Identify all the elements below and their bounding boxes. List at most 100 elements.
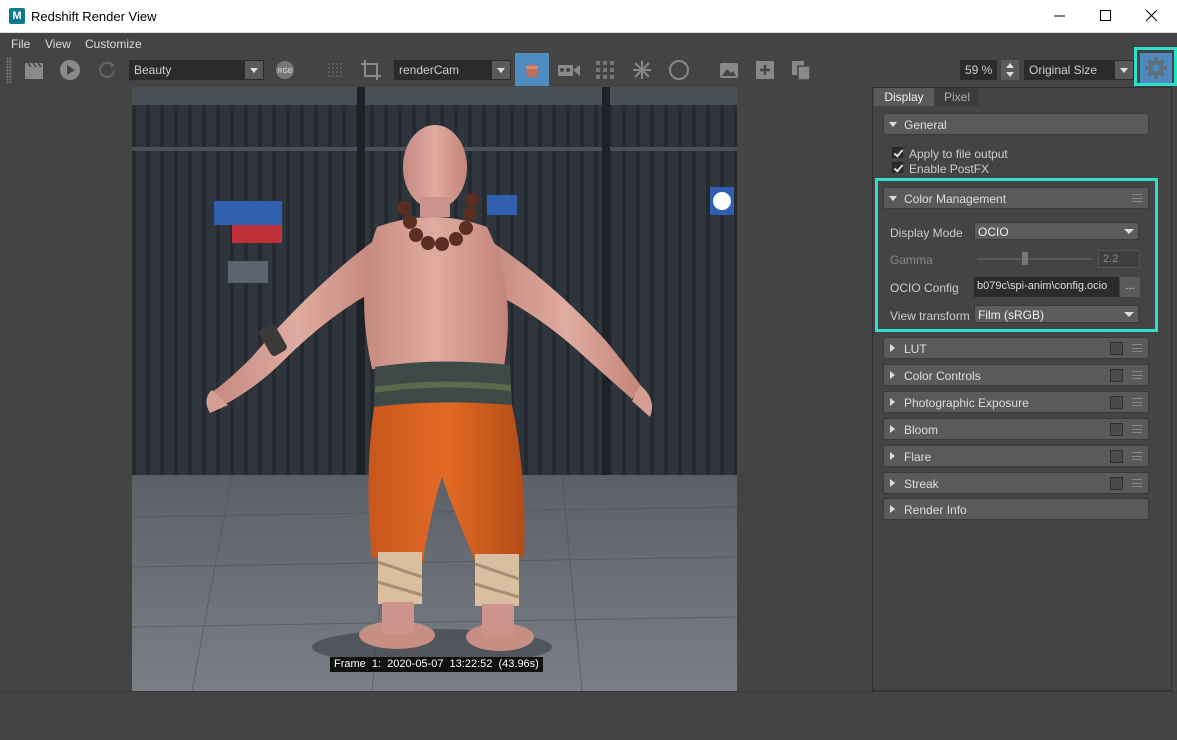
toolbar-grip[interactable] [6,57,12,83]
tab-pixel[interactable]: Pixel [935,88,979,106]
section-render-info[interactable]: Render Info [883,498,1149,520]
status-bar [0,691,1177,740]
section-color-management[interactable]: Color Management [883,187,1149,209]
section-streak-label: Streak [904,477,939,491]
clapperboard-icon[interactable] [21,57,47,83]
menu-customize[interactable]: Customize [85,37,142,51]
ocio-browse-button[interactable]: ... [1120,277,1140,297]
section-color-controls[interactable]: Color Controls [883,364,1149,386]
menu-handle-icon[interactable] [1132,425,1142,433]
play-render-icon[interactable] [57,57,83,83]
rgb-chip-label: RGB [277,68,293,75]
camera-select[interactable]: renderCam [394,60,511,80]
chevron-down-icon [492,61,510,79]
enable-postfx-label: Enable PostFX [909,162,990,176]
add-snapshot-icon[interactable] [752,57,778,83]
gear-icon [1145,57,1167,79]
chevron-down-icon [1115,61,1133,79]
gamma-label: Gamma [890,253,933,267]
menu-handle-icon[interactable] [1132,344,1142,352]
section-general[interactable]: General [883,113,1149,135]
aov-select-value: Beauty [134,63,172,77]
display-mode-value: OCIO [978,225,1009,239]
section-flare-label: Flare [904,450,932,464]
maya-app-icon: M [9,8,25,24]
bucket-render-button[interactable] [515,53,549,86]
menu-file[interactable]: File [11,37,30,51]
gamma-input[interactable]: 2.2 [1098,250,1140,268]
section-bloom[interactable]: Bloom [883,418,1149,440]
window-title: Redshift Render View [31,9,157,24]
maximize-icon [1100,10,1111,21]
collapsed-triangle-icon [890,425,895,433]
circle-icon[interactable] [666,57,692,83]
video-camera-icon[interactable] [556,57,582,83]
section-flare[interactable]: Flare [883,445,1149,467]
render-image-graphic [132,87,737,691]
section-lut-label: LUT [904,342,927,356]
collapsed-triangle-icon [890,344,895,352]
view-transform-dropdown[interactable]: Film (sRGB) [974,305,1139,323]
section-streak[interactable]: Streak [883,472,1149,494]
section-color-controls-label: Color Controls [904,369,981,383]
menu-handle-icon[interactable] [1132,452,1142,460]
close-button[interactable] [1129,0,1175,32]
ocio-config-label: OCIO Config [890,281,959,295]
section-photographic-exposure[interactable]: Photographic Exposure [883,391,1149,413]
settings-button[interactable] [1140,53,1172,83]
menu-handle-icon[interactable] [1132,371,1142,379]
toolbar: Beauty RGB renderCam 59 % Original Size [0,47,1177,124]
crop-icon[interactable] [358,57,384,83]
minimize-icon [1054,15,1065,17]
flare-enable-checkbox[interactable] [1110,450,1123,463]
snowflake-icon[interactable] [629,57,655,83]
view-transform-label: View transform [890,309,970,323]
copy-icon[interactable] [788,57,814,83]
dotted-grid-icon[interactable] [322,57,348,83]
zoom-input[interactable]: 59 % [960,60,997,80]
frame-info-label: Frame 1: 2020-05-07 13:22:52 (43.96s) [330,657,543,672]
section-general-label: General [904,118,947,132]
grid-icon[interactable] [592,57,618,83]
maximize-button[interactable] [1083,0,1129,32]
ocio-config-input[interactable]: b079c\spi-anim\config.ocio [974,277,1119,297]
streak-enable-checkbox[interactable] [1110,477,1123,490]
tab-display[interactable]: Display [874,88,934,106]
display-mode-label: Display Mode [890,226,963,240]
render-viewport[interactable]: Frame 1: 2020-05-07 13:22:52 (43.96s) [0,87,865,691]
lut-enable-checkbox[interactable] [1110,342,1123,355]
size-select-value: Original Size [1029,63,1098,77]
expanded-triangle-icon [889,196,897,201]
zoom-value: 59 % [965,63,993,77]
apply-to-file-output-checkbox[interactable] [892,147,903,158]
expanded-triangle-icon [889,122,897,127]
size-select[interactable]: Original Size [1024,60,1134,80]
rgb-channel-button[interactable]: RGB [272,57,298,83]
gamma-slider-track[interactable] [977,258,1092,260]
chevron-up-icon[interactable] [1006,63,1014,68]
gamma-slider-handle[interactable] [1022,252,1028,265]
menu-handle-icon[interactable] [1132,479,1142,487]
display-mode-dropdown[interactable]: OCIO [974,222,1139,240]
section-bloom-label: Bloom [904,423,939,437]
refresh-icon[interactable] [94,57,120,83]
menu-handle-icon[interactable] [1132,398,1142,406]
zoom-stepper[interactable] [1001,60,1019,80]
image-icon[interactable] [716,57,742,83]
bloom-enable-checkbox[interactable] [1110,423,1123,436]
view-transform-value: Film (sRGB) [978,308,1044,322]
close-icon [1146,10,1158,22]
minimize-button[interactable] [1037,0,1083,32]
collapsed-triangle-icon [890,479,895,487]
chevron-down-icon [1120,223,1138,239]
chevron-down-icon [245,61,263,79]
menu-handle-icon[interactable] [1132,194,1142,202]
enable-postfx-checkbox[interactable] [892,162,903,173]
photographic-exposure-enable-checkbox[interactable] [1110,396,1123,409]
aov-select[interactable]: Beauty [129,60,264,80]
section-lut[interactable]: LUT [883,337,1149,359]
menu-view[interactable]: View [45,37,71,51]
apply-to-file-output-label: Apply to file output [909,147,1008,161]
chevron-down-icon[interactable] [1006,72,1014,77]
color-controls-enable-checkbox[interactable] [1110,369,1123,382]
